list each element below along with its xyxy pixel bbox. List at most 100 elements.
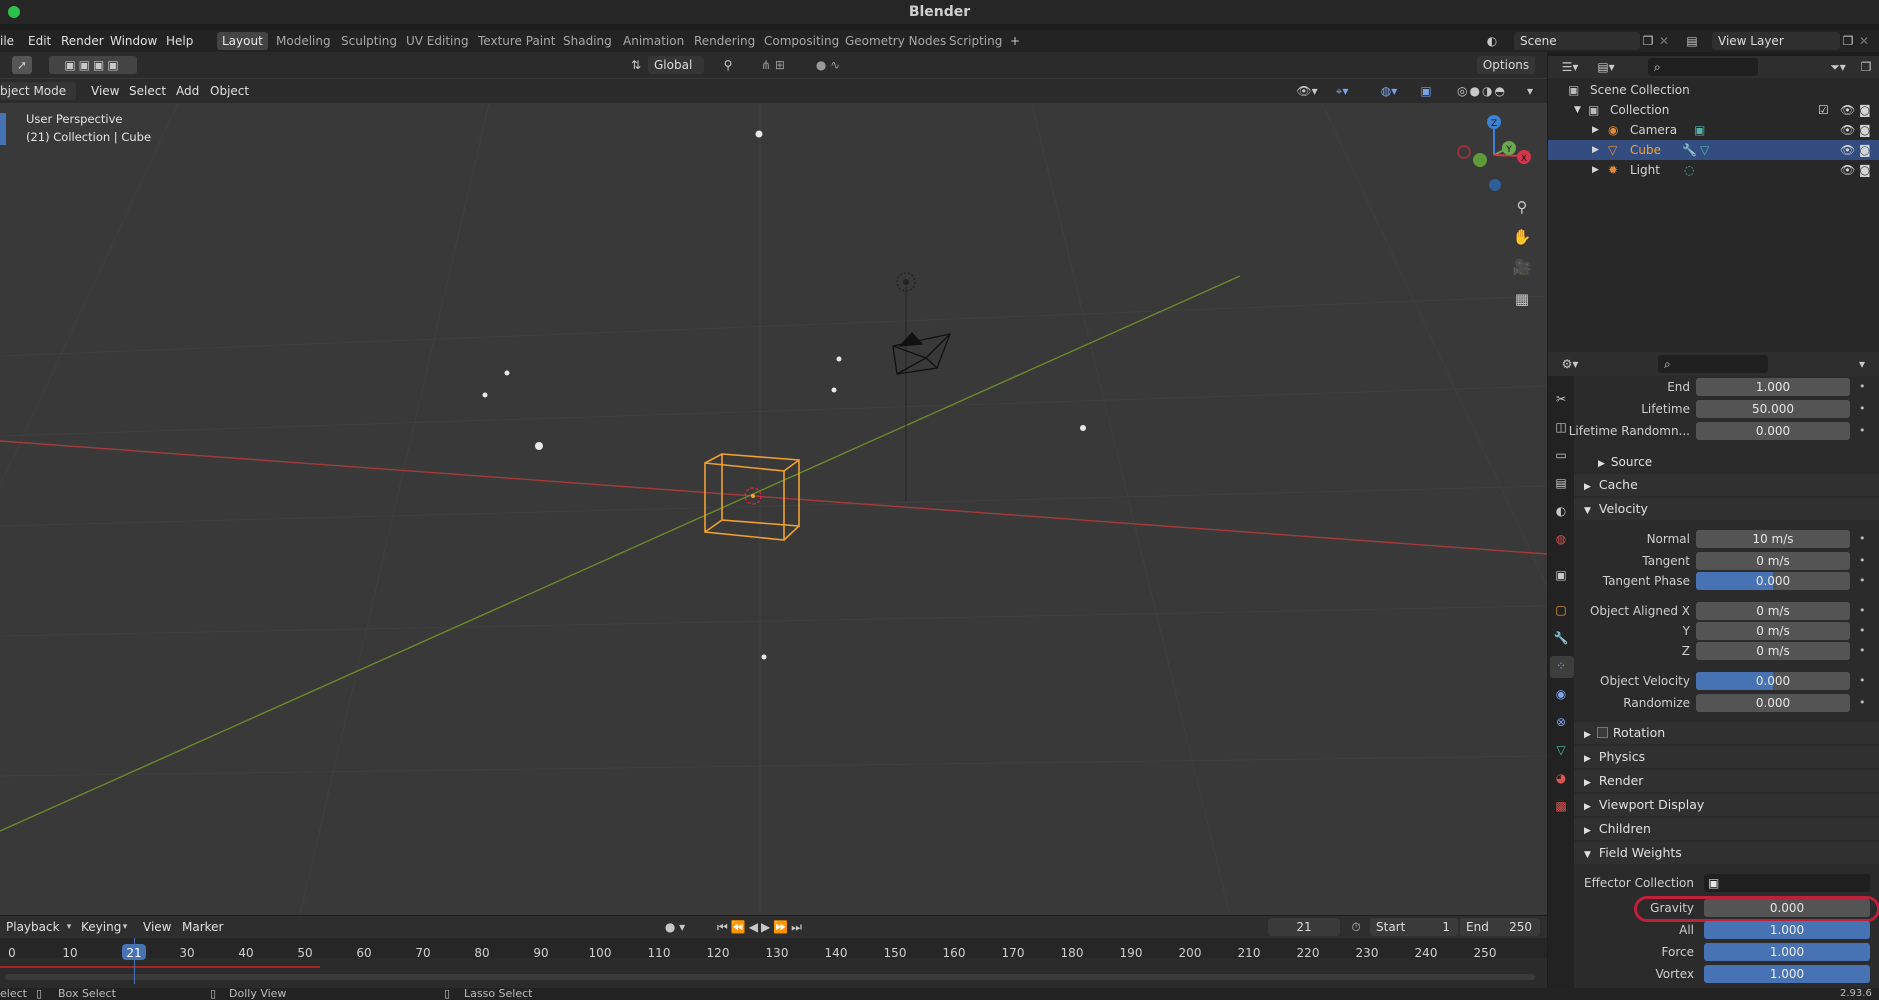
keyframe-dot-icon[interactable]: •: [1859, 642, 1866, 660]
xray-icon[interactable]: ▣: [1418, 82, 1434, 100]
checkbox-icon[interactable]: ☑: [1818, 100, 1829, 120]
mode-dropdown[interactable]: bject Mode: [0, 82, 76, 100]
eye-icon[interactable]: 👁: [1840, 140, 1855, 160]
prop-field-object-aligned-z[interactable]: 0 m/s: [1696, 642, 1850, 660]
tab-texture-paint[interactable]: Texture Paint: [473, 32, 560, 50]
constraints-tab-icon[interactable]: ⊗: [1553, 713, 1569, 731]
keyframe-dot-icon[interactable]: •: [1859, 400, 1866, 418]
eye-icon[interactable]: 👁: [1840, 100, 1855, 120]
tab-layout[interactable]: Layout: [217, 32, 268, 50]
prop-field-randomize[interactable]: 0.000: [1696, 694, 1850, 712]
outliner-search-input[interactable]: ⌕: [1648, 58, 1758, 76]
timeline-menu-playback[interactable]: Playback: [6, 918, 60, 936]
prop-field-object-aligned-y[interactable]: 0 m/s: [1696, 622, 1850, 640]
render-camera-icon[interactable]: ◙: [1859, 100, 1871, 120]
timeline-menu-keying[interactable]: Keying: [81, 918, 121, 936]
window-control-icon[interactable]: [8, 6, 20, 18]
tab-geometry-nodes[interactable]: Geometry Nodes: [840, 32, 951, 50]
camera-data-icon[interactable]: ▣: [1694, 120, 1705, 140]
view-layer-tab-icon[interactable]: ▤: [1553, 474, 1569, 492]
prop-field-normal[interactable]: 10 m/s: [1696, 530, 1850, 548]
scene-tab-icon[interactable]: ◐: [1553, 502, 1569, 520]
panel-rotation[interactable]: ▶ Rotation: [1574, 722, 1879, 744]
tab-scripting[interactable]: Scripting: [944, 32, 1007, 50]
filter-icon[interactable]: ⏷▾: [1824, 58, 1852, 76]
viewport-menu-add[interactable]: Add: [176, 82, 199, 100]
panel-viewport-display[interactable]: ▶ Viewport Display: [1574, 794, 1879, 816]
menu-help[interactable]: Help: [166, 32, 193, 50]
3d-viewport[interactable]: [0, 56, 1547, 915]
pan-hand-icon[interactable]: ✋: [1512, 228, 1532, 246]
viewport-menu-view[interactable]: View: [91, 82, 119, 100]
properties-search-input[interactable]: ⌕: [1658, 355, 1768, 373]
light-data-icon[interactable]: ◌: [1684, 160, 1694, 180]
panel-render[interactable]: ▶ Render: [1574, 770, 1879, 792]
delete-view-layer-icon[interactable]: ✕: [1856, 32, 1872, 50]
prop-field-tangent[interactable]: 0 m/s: [1696, 552, 1850, 570]
view-layer-selector[interactable]: View Layer: [1712, 32, 1840, 50]
panel-children[interactable]: ▶ Children: [1574, 818, 1879, 840]
outliner-collection[interactable]: ▼ ▣ Collection ☑ 👁 ◙: [1548, 100, 1879, 120]
tab-uv-editing[interactable]: UV Editing: [401, 32, 474, 50]
preview-range-icon[interactable]: ⏱: [1348, 918, 1364, 936]
display-mode-icon[interactable]: ▤▾: [1592, 58, 1620, 76]
navigation-gizmo[interactable]: Z Y X: [1450, 110, 1540, 200]
rotation-checkbox[interactable]: [1596, 727, 1608, 738]
modifiers-tab-icon[interactable]: 🔧: [1553, 629, 1569, 647]
viewport-menu-select[interactable]: Select: [129, 82, 166, 100]
keyframe-area[interactable]: [0, 958, 1547, 988]
pivot-icon[interactable]: ⚲: [714, 56, 742, 74]
select-tool-icon[interactable]: ➚: [12, 56, 32, 74]
eye-icon[interactable]: 👁: [1840, 120, 1855, 140]
options-button[interactable]: Options: [1477, 56, 1535, 74]
add-workspace-icon[interactable]: +: [1007, 32, 1023, 50]
expand-icon[interactable]: ▶: [1592, 140, 1599, 160]
expand-icon[interactable]: ▶: [1592, 120, 1599, 140]
outliner-item-light[interactable]: ▶ ✹ Light ◌ 👁 ◙: [1548, 160, 1879, 180]
start-frame-field[interactable]: Start 1: [1370, 918, 1458, 936]
render-camera-icon[interactable]: ◙: [1859, 120, 1871, 140]
data-tab-icon[interactable]: ▽: [1553, 741, 1569, 759]
keyframe-dot-icon[interactable]: •: [1859, 422, 1866, 440]
selection-mode-icons[interactable]: ▣▣▣▣: [49, 56, 137, 74]
playback-controls-icon[interactable]: ⏮⏪◀▶⏩⏭: [706, 918, 816, 936]
keyframe-dot-icon[interactable]: •: [1859, 672, 1866, 690]
properties-options-icon[interactable]: ▾: [1854, 355, 1870, 373]
new-scene-icon[interactable]: ❐: [1640, 32, 1656, 50]
keyframe-dot-icon[interactable]: •: [1859, 572, 1866, 590]
material-tab-icon[interactable]: ◕: [1553, 769, 1569, 787]
tool-tab-icon[interactable]: ✂: [1553, 390, 1569, 408]
subpanel-source[interactable]: ▶ Source: [1574, 451, 1879, 473]
texture-tab-icon[interactable]: ▩: [1553, 797, 1569, 815]
perspective-toggle-icon[interactable]: ▦: [1512, 290, 1532, 308]
prop-field-end[interactable]: 1.000: [1696, 378, 1850, 396]
camera-view-icon[interactable]: 🎥: [1512, 258, 1532, 276]
properties-editor-type-icon[interactable]: ⚙▾: [1556, 355, 1584, 373]
prop-field-gravity[interactable]: 0.000: [1704, 899, 1870, 917]
shading-options-icon[interactable]: ▾: [1522, 82, 1538, 100]
effector-collection-field[interactable]: ▣: [1704, 874, 1870, 892]
view-layer-icon[interactable]: ▤: [1684, 32, 1700, 50]
keyframe-dot-icon[interactable]: •: [1859, 622, 1866, 640]
eye-icon[interactable]: 👁: [1840, 160, 1855, 180]
timeline-menu-view[interactable]: View: [143, 918, 171, 936]
timeline-scrollbar[interactable]: [5, 974, 1535, 980]
output-tab-icon[interactable]: ▭: [1553, 446, 1569, 464]
outliner-item-camera[interactable]: ▶ ◉ Camera ▣ 👁 ◙: [1548, 120, 1879, 140]
render-camera-icon[interactable]: ◙: [1859, 140, 1871, 160]
zoom-icon[interactable]: ⚲: [1512, 198, 1532, 216]
outliner-scene-collection[interactable]: ▣ Scene Collection: [1548, 80, 1879, 100]
menu-edit[interactable]: Edit: [28, 32, 51, 50]
delete-scene-icon[interactable]: ✕: [1656, 32, 1672, 50]
visibility-icon[interactable]: 👁▾: [1292, 82, 1322, 100]
snap-icon[interactable]: ⋔ ⊞: [748, 56, 798, 74]
world-tab-icon[interactable]: ◍: [1553, 530, 1569, 548]
proportional-edit-icon[interactable]: ● ∿: [808, 56, 848, 74]
menu-file[interactable]: ile: [0, 32, 14, 50]
keyframe-dot-icon[interactable]: •: [1859, 530, 1866, 548]
prop-field-vortex[interactable]: 1.000: [1704, 965, 1870, 983]
editor-type-icon[interactable]: ☰▾: [1556, 58, 1584, 76]
tab-shading[interactable]: Shading: [558, 32, 617, 50]
modifier-wrench-icon[interactable]: 🔧: [1682, 140, 1697, 160]
tab-animation[interactable]: Animation: [618, 32, 689, 50]
